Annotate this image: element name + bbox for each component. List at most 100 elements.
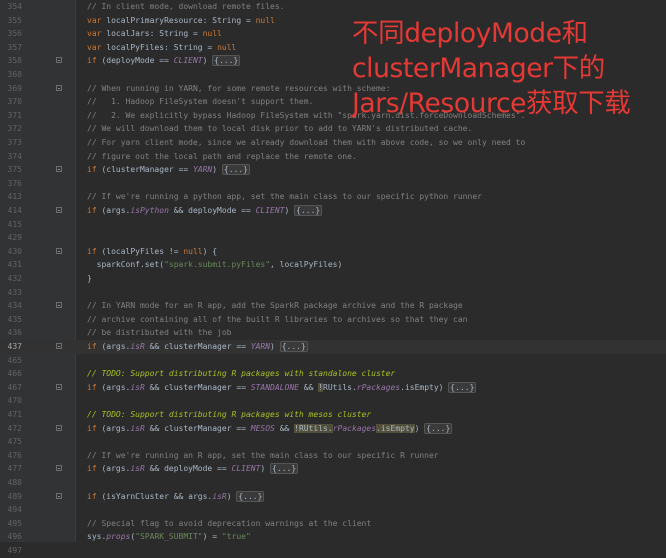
code-line[interactable]: 430 if (localPyFiles != null) { [0, 245, 666, 259]
annotation-overlay: 不同deployMode和 clusterManager下的 Jars/Reso… [352, 16, 662, 121]
line-number: 368 [7, 70, 22, 79]
folded-block-button[interactable]: {...} [212, 55, 241, 67]
folded-block-button[interactable]: {...} [448, 381, 477, 393]
code-text: var localPrimaryResource: String = null [87, 14, 275, 28]
code-token: (isYarnCluster && args. [101, 491, 213, 501]
code-line[interactable]: 414 if (args.isPython && deployMode == CL… [0, 204, 666, 218]
fold-toggle-icon[interactable] [56, 424, 62, 431]
code-token: (deployMode == [101, 56, 174, 66]
code-line[interactable]: 429 [0, 231, 666, 245]
code-line[interactable]: 466 // TODO: Support distributing R packa… [0, 367, 666, 381]
line-number: 432 [7, 274, 22, 283]
fold-toggle-icon[interactable] [56, 166, 62, 173]
line-number: 431 [7, 260, 22, 270]
line-number: 370 [7, 97, 22, 107]
code-line[interactable]: 373 // For yarn client mode, since we alr… [0, 136, 666, 150]
code-token: (args. [101, 464, 131, 474]
fold-toggle-icon[interactable] [56, 302, 62, 309]
code-text: // In client mode, download remote files… [87, 0, 284, 14]
fold-toggle-icon[interactable] [56, 492, 62, 499]
folded-block-button[interactable]: {...} [294, 205, 323, 216]
code-token: (args. [101, 206, 131, 215]
code-token: // When running in YARN, for some remote… [87, 83, 391, 93]
fold-toggle-icon[interactable] [56, 383, 62, 390]
code-line[interactable]: 431 sparkConf.set("spark.submit.pyFiles"… [0, 258, 666, 272]
code-line[interactable]: 413 // If we're running a python app, set… [0, 190, 666, 204]
code-token: if [87, 246, 102, 256]
line-number: 374 [7, 151, 22, 161]
code-token: // We will download them to local disk p… [87, 124, 473, 134]
code-token: rPackages [332, 423, 377, 433]
code-line[interactable]: 497 [0, 544, 666, 558]
code-line[interactable]: 470 [0, 394, 666, 408]
code-line[interactable]: 475 [0, 435, 666, 449]
folded-block-button[interactable]: {...} [236, 490, 265, 502]
folded-block-button[interactable]: {...} [279, 341, 308, 352]
code-line[interactable]: 477 if (args.isR && deployMode == CLIENT)… [0, 462, 666, 476]
code-token: if [87, 464, 102, 474]
fold-toggle-icon[interactable] [56, 465, 62, 472]
fold-toggle-icon[interactable] [56, 57, 62, 64]
code-token: ) [414, 423, 425, 433]
line-number: 476 [7, 450, 22, 460]
code-token: YARN [250, 342, 271, 351]
code-token: && clusterManager == [144, 382, 251, 392]
code-token: CLIENT [255, 206, 285, 215]
code-line[interactable]: 472 if (args.isR && clusterManager == MES… [0, 422, 666, 436]
code-token: if [87, 423, 102, 433]
code-line[interactable]: 494 [0, 503, 666, 517]
code-line[interactable]: 495 // Special flag to avoid deprecation … [0, 517, 666, 531]
code-token: && clusterManager == [144, 423, 251, 433]
code-token: (clusterManager == [101, 165, 193, 175]
code-token: .isEmpty [376, 423, 415, 433]
code-token: && clusterManager == [144, 342, 251, 351]
code-token: "spark.submit.pyFiles" [164, 260, 271, 270]
code-token: } [87, 274, 92, 283]
line-number: 354 [7, 2, 22, 11]
line-number: 472 [7, 423, 22, 433]
code-line[interactable]: 436 // be distributed with the job [0, 326, 666, 340]
code-text: var localJars: String = null [87, 27, 222, 41]
code-line[interactable]: 435 // archive containing all of the buil… [0, 313, 666, 327]
code-token: localPyFiles: [106, 42, 174, 52]
code-line[interactable]: 433 [0, 286, 666, 300]
code-text: if (clusterManager == YARN) {...} [87, 163, 250, 177]
code-token: = [188, 29, 203, 39]
code-text: } [87, 272, 92, 286]
code-token: = [241, 15, 256, 25]
code-token: var [87, 42, 107, 52]
fold-toggle-icon[interactable] [56, 84, 62, 91]
line-number: 415 [7, 219, 22, 229]
code-text: var localPyFiles: String = null [87, 41, 236, 55]
fold-toggle-icon[interactable] [56, 247, 62, 254]
code-line[interactable]: 434 // In YARN mode for an R app, add the… [0, 299, 666, 313]
code-line[interactable]: 489 if (isYarnCluster && args.isR) {...} [0, 490, 666, 504]
folded-block-button[interactable]: {...} [270, 463, 299, 475]
code-token: && [274, 423, 295, 433]
code-line[interactable]: 354 // In client mode, download remote fi… [0, 0, 666, 14]
code-token: isR [130, 342, 145, 351]
folded-block-button[interactable]: {...} [424, 422, 453, 434]
code-line[interactable]: 488 [0, 476, 666, 490]
code-line[interactable]: 476 // If we're running an R app, set the… [0, 449, 666, 463]
code-line[interactable]: 376 [0, 177, 666, 191]
code-line[interactable]: 372 // We will download them to local dis… [0, 122, 666, 136]
fold-toggle-icon[interactable] [56, 343, 62, 349]
code-line[interactable]: 471 // TODO: Support distributing R packa… [0, 408, 666, 422]
code-line[interactable]: 467 if (args.isR && clusterManager == STA… [0, 381, 666, 395]
line-number: 470 [7, 396, 22, 406]
folded-block-button[interactable]: {...} [221, 164, 250, 176]
code-token: CLIENT [231, 464, 261, 474]
fold-toggle-icon[interactable] [56, 207, 62, 213]
code-text: if (args.isR && clusterManager == YARN) … [87, 340, 308, 354]
code-text: if (args.isR && deployMode == CLIENT) {.… [87, 462, 299, 476]
code-token: RUtils. [323, 382, 357, 392]
code-line[interactable]: 437 if (args.isR && clusterManager == YAR… [0, 340, 666, 354]
code-line[interactable]: 432} [0, 272, 666, 286]
code-line[interactable]: 415 [0, 218, 666, 232]
code-token: sys. [87, 532, 107, 542]
code-line[interactable]: 374 // figure out the local path and repl… [0, 150, 666, 164]
code-line[interactable]: 375 if (clusterManager == YARN) {...} [0, 163, 666, 177]
code-text: // 1. Hadoop FileSystem doesn't support … [87, 95, 313, 109]
code-line[interactable]: 465 [0, 354, 666, 368]
